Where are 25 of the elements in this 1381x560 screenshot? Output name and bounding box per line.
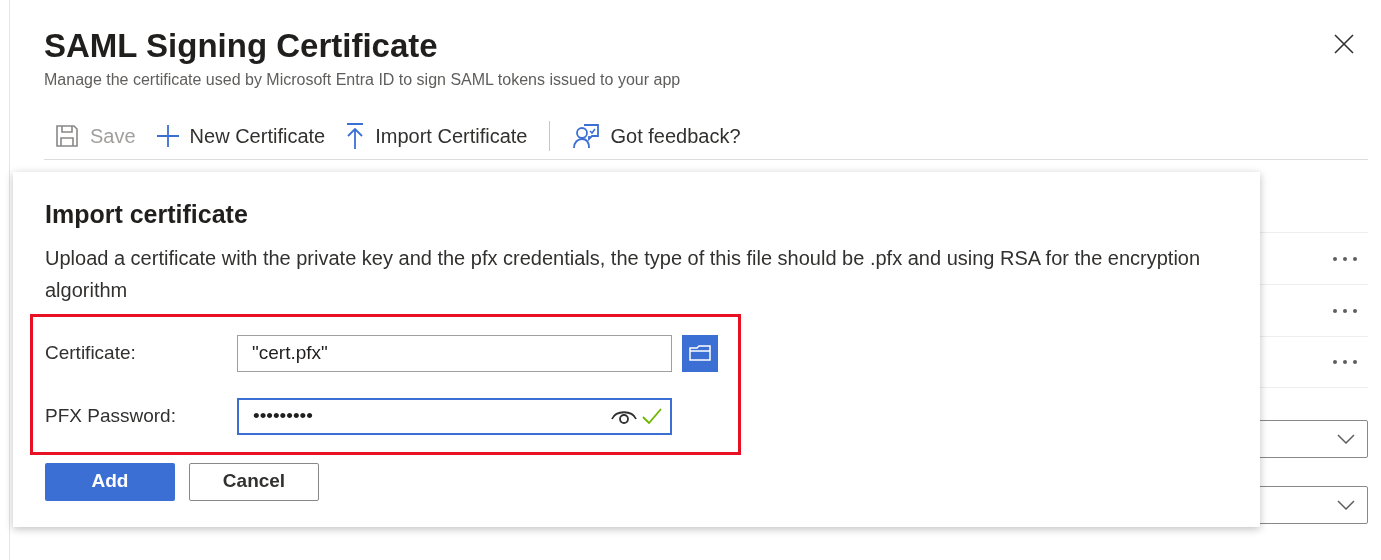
- dialog-title: Import certificate: [45, 199, 249, 230]
- cancel-button[interactable]: Cancel: [189, 462, 319, 501]
- more-icon[interactable]: [1332, 255, 1358, 262]
- upload-icon: [345, 121, 366, 150]
- file-path-field[interactable]: "cert.pfx": [237, 334, 672, 372]
- plus-icon: [155, 123, 180, 148]
- feedback-icon: [572, 121, 601, 150]
- save-icon: [54, 122, 80, 149]
- chevron-down-icon: [1337, 500, 1355, 510]
- password-field[interactable]: •••••••••: [237, 397, 672, 435]
- folder-icon: [689, 345, 711, 361]
- feedback-button[interactable]: Got feedback?: [562, 117, 751, 154]
- dialog-description: Upload a certificate with the private key and the pfx credentials, the type of this file should be .pfx and using RSA for the encryption algorithm: [45, 245, 1202, 303]
- toolbar-button[interactable]: Import Certificate: [335, 117, 538, 154]
- chevron-down-icon: [1337, 434, 1355, 444]
- panel-subtitle: Manage the certificate used by Microsoft Entra ID to sign SAML tokens issued to your app: [44, 70, 681, 90]
- panel-title: SAML Signing Certificate: [44, 26, 439, 66]
- more-icon[interactable]: [1332, 307, 1358, 314]
- add-button[interactable]: Add: [45, 462, 175, 501]
- browse-button[interactable]: [682, 334, 718, 372]
- toolbar-button[interactable]: New Certificate: [145, 117, 336, 154]
- field-label: Certificate:: [45, 340, 137, 365]
- close-button[interactable]: [1332, 32, 1356, 56]
- field-label: PFX Password:: [45, 403, 177, 428]
- more-icon[interactable]: [1332, 359, 1358, 365]
